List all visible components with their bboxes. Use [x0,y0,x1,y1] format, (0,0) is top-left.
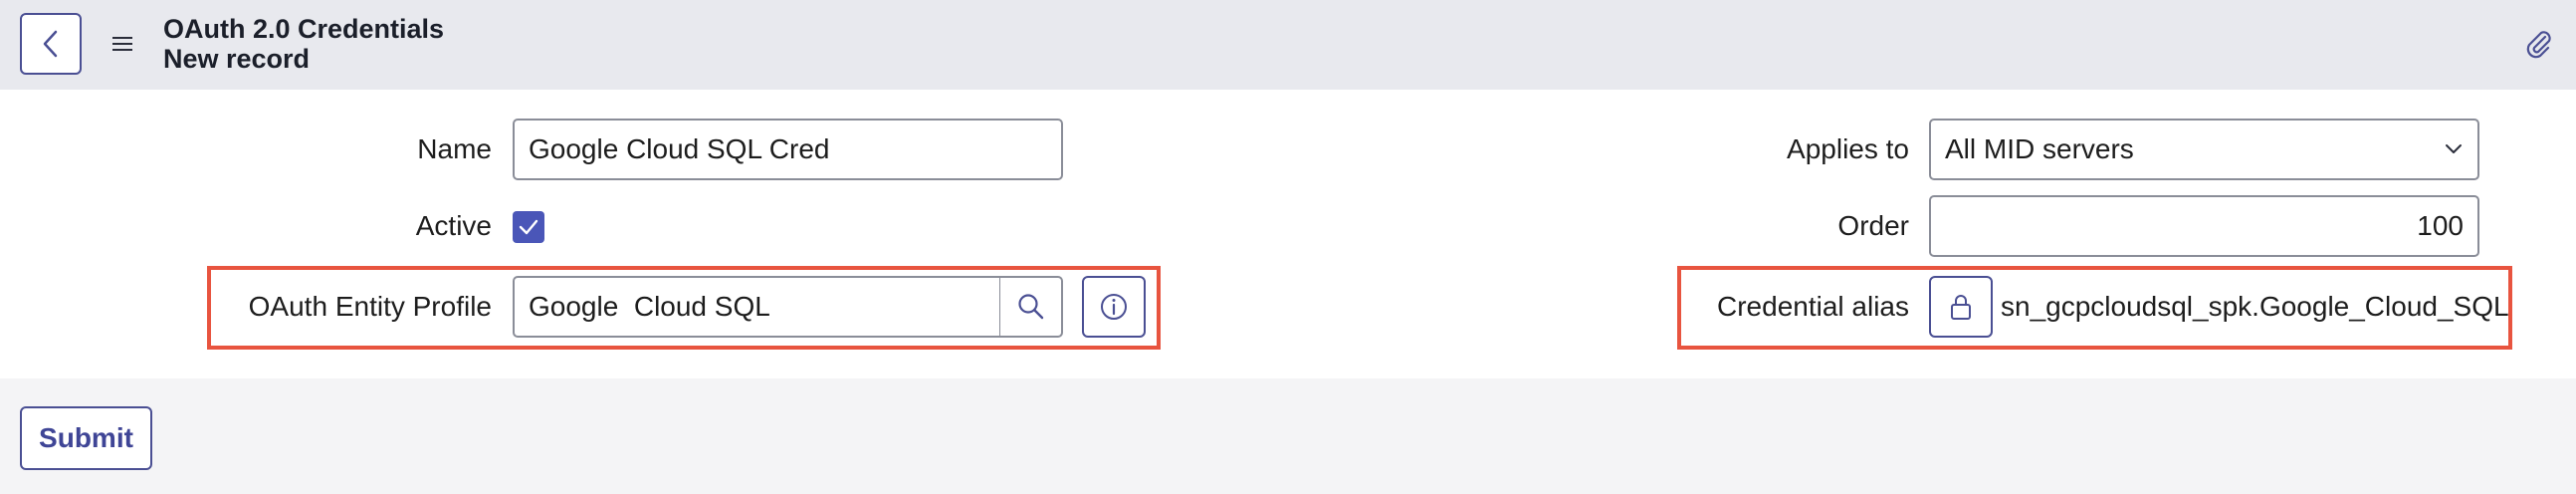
chevron-down-icon [2446,144,2462,153]
checkmark-icon [519,219,538,235]
lock-icon [1951,295,1971,320]
info-button[interactable] [1082,276,1146,338]
name-label: Name [417,133,492,164]
hamburger-menu-icon[interactable] [109,32,135,56]
form-footer: Submit [0,378,2576,494]
active-checkbox[interactable] [513,211,544,243]
oauth-entity-profile-input[interactable]: Google Cloud SQL [513,276,1001,338]
page-title: OAuth 2.0 Credentials [163,14,445,44]
name-input-value: Google Cloud SQL Cred [529,133,830,164]
paperclip-attachment-icon[interactable] [2520,26,2556,62]
name-input[interactable]: Google Cloud SQL Cred [513,119,1063,180]
order-input-value: 100 [2417,210,2464,241]
page-subtitle: New record [163,44,311,74]
applies-to-label: Applies to [1787,133,1909,164]
record-form: Name Google Cloud SQL Cred Active OAuth … [0,90,2576,378]
order-label: Order [1837,210,1909,241]
credential-alias-value: sn_gcpcloudsql_spk.Google_Cloud_SQL [2001,291,2509,322]
applies-to-select[interactable]: All MID servers [1929,119,2479,180]
unlock-alias-button[interactable] [1929,276,1993,338]
applies-to-value: All MID servers [1945,133,2134,164]
chevron-left-icon [43,30,58,58]
back-button[interactable] [20,13,82,75]
submit-button[interactable]: Submit [20,406,152,470]
order-input[interactable]: 100 [1929,195,2479,257]
search-icon [1017,294,1043,320]
lookup-search-button[interactable] [999,276,1063,338]
credential-alias-label: Credential alias [1717,291,1909,322]
oauth-entity-profile-label: OAuth Entity Profile [248,291,492,322]
oauth-entity-profile-value: Google Cloud SQL [529,291,770,322]
active-label: Active [415,210,492,241]
record-header: OAuth 2.0 Credentials New record [0,0,2576,90]
info-icon [1101,294,1127,320]
